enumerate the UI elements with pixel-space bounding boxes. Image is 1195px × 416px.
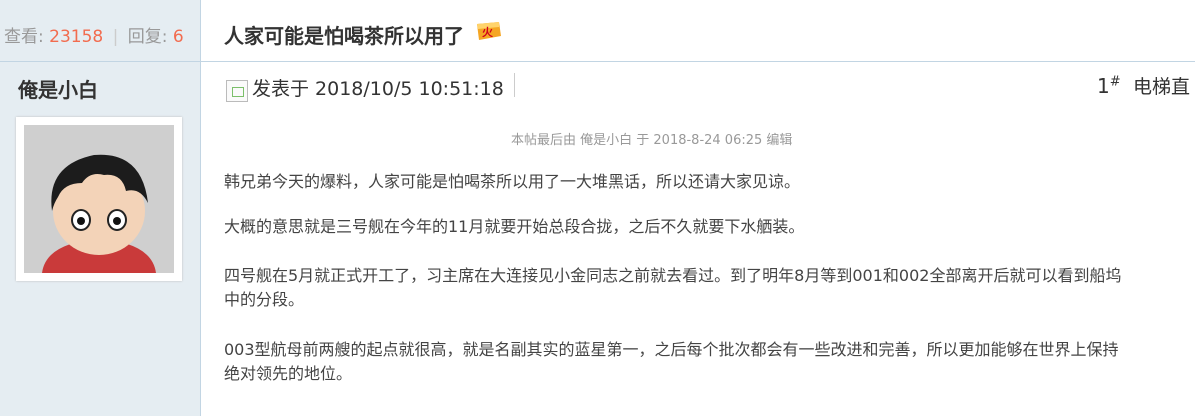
post-time: 发表于 2018/10/5 10:51:18 [252,78,504,100]
post-paragraph: 大概的意思就是三号舰在今年的11月就要开始总段合拢，之后不久就要下水舾装。 [224,217,805,236]
hot-thread-icon: 火 [474,21,502,41]
floor-number-value: 1 [1097,74,1110,98]
edit-note: 本帖最后由 俺是小白 于 2018-8-24 06:25 编辑 [511,133,793,148]
stats-separator: | [112,27,119,47]
elevator-link[interactable]: 电梯直 [1133,72,1190,99]
avatar[interactable] [16,117,182,281]
svg-text:火: 火 [482,26,494,39]
thread-stats: 查看: 23158 | 回复: 6 [4,22,184,47]
replies-label: 回复: [127,27,168,47]
post-paragraph: 四号舰在5月就正式开工了，习主席在大连接见小金同志之前就去看过。到了明年8月等到… [224,266,1122,309]
thread-title[interactable]: 人家可能是怕喝茶所以用了 [224,20,464,49]
thread-header: 查看: 23158 | 回复: 6 人家可能是怕喝茶所以用了 火 [0,0,1195,62]
column-divider [200,0,201,416]
views-label: 查看: [4,27,44,47]
post-time-separator [514,73,515,97]
floor-number[interactable]: 1# [1097,74,1121,98]
views-count: 23158 [49,27,104,47]
broken-image-icon [226,80,248,102]
post-paragraph: 003型航母前两艘的起点就很高，就是名副其实的蓝星第一，之后每个批次都会有一些改… [224,340,1119,383]
post-paragraph: 韩兄弟今天的爆料，人家可能是怕喝茶所以用了一大堆黑话，所以还请大家见谅。 [224,172,801,191]
replies-count: 6 [172,27,184,47]
author-name[interactable]: 俺是小白 [18,74,98,103]
header-divider [0,61,1195,62]
floor-mark: # [1109,74,1121,90]
